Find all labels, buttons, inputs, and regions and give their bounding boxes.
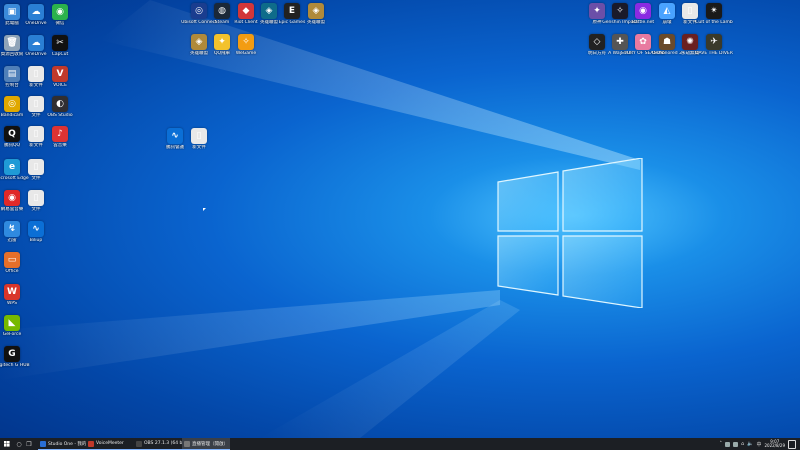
desktop-icon[interactable]: ◐ OBS Studio xyxy=(38,96,82,118)
taskbar-clock[interactable]: 9:07 2022/8/29 xyxy=(764,439,785,449)
desktop-icon-label: 雲音樂 xyxy=(53,143,67,148)
taskbar-app-icon xyxy=(136,440,142,447)
desktop-icon-label: GeForce xyxy=(2,332,22,337)
clock-date: 2022/8/29 xyxy=(764,443,785,448)
wallpaper-light-beams xyxy=(0,0,640,438)
windows-start-icon xyxy=(4,441,10,447)
desktop-icon[interactable]: ✴ Cult of the Lamb xyxy=(692,3,736,25)
app-icon: W xyxy=(4,284,20,300)
desktop-icon[interactable]: ◈ 英雄聯盟 xyxy=(294,3,338,25)
task-view-button[interactable]: ❐ xyxy=(24,438,34,450)
taskbar-apps: Studio One - 我的... VoiceMeeter OBS 27.1.3 … xyxy=(38,438,230,450)
desktop-icon-label: 文件 xyxy=(31,207,41,212)
app-icon: ✴ xyxy=(706,3,722,19)
desktop-icon-label: Logitech G HUB xyxy=(0,363,30,368)
taskbar-app-icon xyxy=(40,440,46,447)
app-icon: ✧ xyxy=(238,34,254,50)
tray-chevron-up-icon[interactable]: ˄ xyxy=(720,441,723,447)
desktop-icon[interactable]: ▭ Office xyxy=(0,252,34,274)
system-tray: ˄ ⌂ 🔈 中 9:07 2022/8/29 xyxy=(720,438,800,450)
taskbar-app-button[interactable]: OBS 27.1.3 (64 bit)... xyxy=(134,438,182,450)
desktop-icon[interactable]: W WPS xyxy=(0,284,34,306)
desktop-icon-label: 微信 xyxy=(55,21,65,26)
tray-app-icon[interactable] xyxy=(733,441,739,447)
desktop-icon-label: WeGame xyxy=(235,51,257,56)
desktop-icon[interactable]: ▯ 文件 xyxy=(14,159,58,181)
desktop-icon-label: CapCut xyxy=(51,52,69,57)
search-icon: ○ xyxy=(16,440,22,448)
desktop-icon-label: OBS Studio xyxy=(47,113,73,118)
desktop-icon-label: Biliup xyxy=(29,238,43,243)
desktop-icon[interactable]: ♪ 雲音樂 xyxy=(38,126,82,148)
desktop-icon-label: Office xyxy=(5,269,19,274)
taskbar-app-label: 直播管理（開啟） xyxy=(192,441,228,447)
desktop-icon-label: 新文件 xyxy=(192,145,206,150)
network-icon[interactable]: ⌂ xyxy=(741,441,744,447)
desktop-icon-label: 英雄聯盟 xyxy=(307,20,325,25)
desktop-icon[interactable]: ✂ CapCut xyxy=(38,35,82,57)
taskbar-app-icon xyxy=(184,440,190,447)
desktop-icon[interactable]: ▯ 新文件 xyxy=(177,128,221,150)
desktop-icon-label: Cult of the Lamb xyxy=(695,20,733,25)
desktop-icon-label: VOICE xyxy=(53,83,67,88)
app-icon: V xyxy=(52,66,68,82)
app-icon: ▭ xyxy=(4,252,20,268)
app-icon: ◈ xyxy=(308,3,324,19)
desktop-icon-label: WPS xyxy=(6,301,18,306)
desktop-icon[interactable]: ✧ WeGame xyxy=(224,34,268,56)
app-icon: ✈ xyxy=(706,34,722,50)
taskbar-app-button[interactable]: 直播管理（開啟） xyxy=(182,438,230,450)
taskbar-app-label: Studio One - 我的... xyxy=(48,441,86,447)
app-icon: ∿ xyxy=(28,221,44,237)
app-icon: ◉ xyxy=(52,4,68,20)
desktop-icon[interactable]: ∿ Biliup xyxy=(14,221,58,243)
desktop-icon[interactable]: ▯ 文件 xyxy=(14,190,58,212)
app-icon: ▯ xyxy=(28,190,44,206)
tray-app-icon[interactable] xyxy=(725,441,731,447)
input-language[interactable]: 中 xyxy=(756,441,761,448)
notification-icon[interactable] xyxy=(788,439,796,449)
taskbar-app-label: OBS 27.1.3 (64 bit)... xyxy=(144,441,182,446)
desktop-icon[interactable]: ◉ 微信 xyxy=(38,4,82,26)
desktop-icon-label: 文件 xyxy=(31,176,41,181)
desktop-icon[interactable]: ◣ GeForce xyxy=(0,315,34,337)
search-button[interactable]: ○ xyxy=(14,438,24,450)
start-button[interactable] xyxy=(0,438,14,450)
task-view-icon: ❐ xyxy=(26,440,32,448)
app-icon: G xyxy=(4,346,20,362)
taskbar-app-button[interactable]: VoiceMeeter xyxy=(86,438,134,450)
taskbar: ○ ❐ Studio One - 我的... VoiceMeeter OBS 27.… xyxy=(0,438,800,450)
taskbar-app-label: VoiceMeeter xyxy=(96,441,124,446)
app-icon: ◣ xyxy=(4,315,20,331)
app-icon: ▯ xyxy=(191,128,207,144)
desktop-icon[interactable]: V VOICE xyxy=(38,66,82,88)
desktop-icon[interactable]: GLogitech G HUB xyxy=(0,346,34,368)
app-icon: ▯ xyxy=(28,159,44,175)
app-icon: ◐ xyxy=(52,96,68,112)
mouse-cursor xyxy=(203,208,206,211)
app-icon: ✂ xyxy=(52,35,68,51)
taskbar-app-button[interactable]: Studio One - 我的... xyxy=(38,438,86,450)
volume-icon[interactable]: 🔈 xyxy=(747,441,753,447)
windows-logo xyxy=(497,158,643,308)
desktop-icon-label: DAVE THE DIVER xyxy=(695,51,733,56)
taskbar-app-icon xyxy=(88,440,94,447)
desktop-icon[interactable]: ✈ DAVE THE DIVER xyxy=(692,34,736,56)
app-icon: ♪ xyxy=(52,126,68,142)
